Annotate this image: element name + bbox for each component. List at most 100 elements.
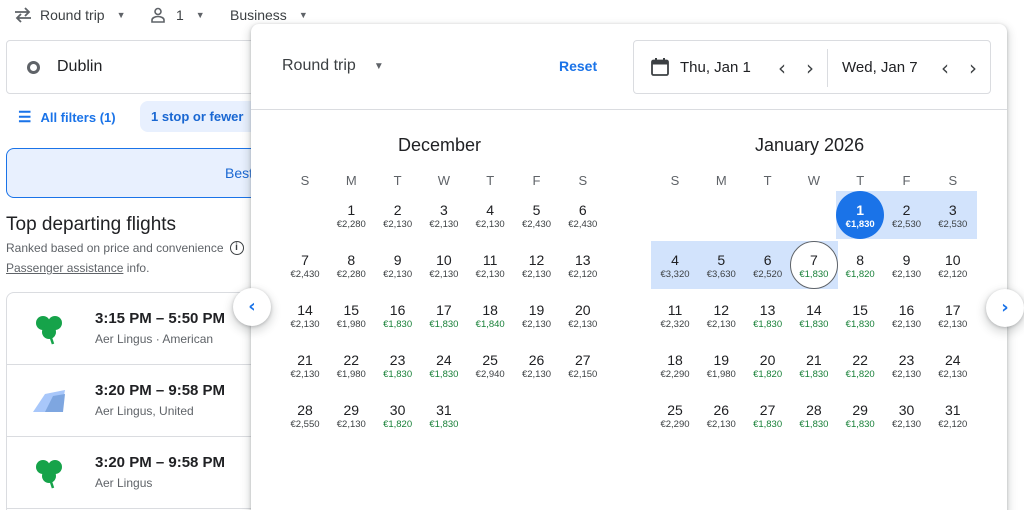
calendar-day[interactable]: 10 €2,130 xyxy=(421,242,467,290)
calendar-day[interactable]: 28 €1,830 xyxy=(791,392,837,440)
calendar-day[interactable]: 13 €2,120 xyxy=(560,242,606,290)
cabin-dropdown[interactable]: Business ▼ xyxy=(230,7,308,23)
calendar-day[interactable]: 30 €1,820 xyxy=(375,392,421,440)
calendar-day[interactable]: 31 €2,120 xyxy=(930,392,976,440)
calendar-day[interactable]: 9 €2,130 xyxy=(884,242,930,290)
calendar-day[interactable]: 23 €1,830 xyxy=(375,342,421,390)
next-month-button[interactable]: › xyxy=(986,289,1024,327)
calendar-day[interactable]: 12 €2,130 xyxy=(514,242,560,290)
calendar-day[interactable]: 19 €1,980 xyxy=(698,342,744,390)
calendar-day[interactable]: 12 €2,130 xyxy=(698,292,744,340)
info-icon[interactable]: i xyxy=(229,241,244,255)
calendar-day[interactable]: 24 €1,830 xyxy=(421,342,467,390)
calendar-day[interactable]: 18 €1,840 xyxy=(467,292,513,340)
day-price: €2,130 xyxy=(521,369,552,380)
calendar-day[interactable]: 26 €2,130 xyxy=(698,392,744,440)
calendar-day[interactable]: 23 €2,130 xyxy=(884,342,930,390)
calendar-day[interactable]: 2 €2,530 xyxy=(884,192,930,240)
day-price: €3,320 xyxy=(660,269,690,280)
month-title: December xyxy=(398,135,482,155)
calendar-day[interactable]: 11 €2,320 xyxy=(652,292,698,340)
calendar-day[interactable]: 14 €2,130 xyxy=(282,292,328,340)
calendar-day[interactable]: 7 €1,830 xyxy=(791,242,837,290)
calendar-day[interactable]: 29 €2,130 xyxy=(328,392,374,440)
calendar-day[interactable]: 25 €2,290 xyxy=(652,392,698,440)
calendar-day[interactable]: 19 €2,130 xyxy=(514,292,560,340)
calendar-day[interactable]: 17 €2,130 xyxy=(930,292,976,340)
depart-date[interactable]: Thu, Jan 1 xyxy=(680,59,751,76)
day-number: 1 xyxy=(347,202,356,218)
weekday-label: S xyxy=(948,173,958,188)
calendar-day[interactable]: 15 €1,980 xyxy=(328,292,374,340)
calendar-day[interactable]: 11 €2,130 xyxy=(467,242,513,290)
day-number: 23 xyxy=(898,352,915,368)
calendar-day[interactable]: 4 €2,130 xyxy=(467,192,513,240)
return-date[interactable]: Wed, Jan 7 xyxy=(842,59,918,76)
calendar-day[interactable]: 3 €2,130 xyxy=(421,192,467,240)
calendar-day[interactable]: 13 €1,830 xyxy=(745,292,791,340)
calendar-day[interactable]: 8 €1,820 xyxy=(837,242,883,290)
calendar-day[interactable]: 21 €1,830 xyxy=(791,342,837,390)
chevron-down-icon: ▼ xyxy=(298,10,308,20)
origin-field[interactable]: Dublin xyxy=(6,40,266,94)
depart-prev-icon[interactable]: ‹ xyxy=(778,56,786,80)
calendar-day[interactable]: 24 €2,130 xyxy=(930,342,976,390)
calendar-day[interactable]: 22 €1,980 xyxy=(328,342,374,390)
day-number: 24 xyxy=(945,352,961,368)
calendar-day[interactable]: 5 €2,430 xyxy=(514,192,560,240)
calendar-day[interactable]: 2 €2,130 xyxy=(375,192,421,240)
calendar-day[interactable]: 6 €2,520 xyxy=(745,242,791,290)
calendar-day[interactable]: 15 €1,830 xyxy=(837,292,883,340)
all-filters-button[interactable]: ☰ All filters (1) xyxy=(6,103,128,131)
calendar-day[interactable]: 14 €1,830 xyxy=(791,292,837,340)
calendar-day[interactable]: 10 €2,120 xyxy=(930,242,976,290)
calendar-day[interactable]: 5 €3,630 xyxy=(698,242,744,290)
calendar-day[interactable]: 30 €2,130 xyxy=(884,392,930,440)
prev-month-button[interactable]: ‹ xyxy=(233,288,271,326)
calendar-day[interactable]: 17 €1,830 xyxy=(421,292,467,340)
section-title: Top departing flights xyxy=(6,214,177,235)
calendar-day[interactable]: 1 €1,830 xyxy=(837,192,883,240)
popup-trip-type-dropdown[interactable]: Round trip ▼ xyxy=(282,57,384,75)
calendar-day[interactable]: 29 €1,830 xyxy=(837,392,883,440)
flight-row[interactable]: 3:20 PM – 9:58 PM Aer Lingus xyxy=(7,437,265,509)
trip-type-dropdown[interactable]: Round trip ▼ xyxy=(14,7,126,23)
day-price: €2,530 xyxy=(938,219,968,230)
day-price: €1,830 xyxy=(799,419,829,430)
return-next-icon[interactable]: › xyxy=(969,56,977,80)
passengers-dropdown[interactable]: 1 ▼ xyxy=(150,7,205,23)
flight-row[interactable]: 3:20 PM – 9:58 PM Aer Lingus, United xyxy=(7,365,265,437)
calendar-day[interactable]: 26 €2,130 xyxy=(514,342,560,390)
calendar-day[interactable]: 28 €2,550 xyxy=(282,392,328,440)
calendar-day[interactable]: 8 €2,280 xyxy=(328,242,374,290)
calendar-day[interactable]: 16 €2,130 xyxy=(884,292,930,340)
calendar-day[interactable]: 20 €2,130 xyxy=(560,292,606,340)
calendar-day[interactable]: 27 €2,150 xyxy=(560,342,606,390)
day-number: 30 xyxy=(898,402,915,418)
return-prev-icon[interactable]: ‹ xyxy=(941,56,949,80)
calendar-day[interactable]: 20 €1,820 xyxy=(745,342,791,390)
calendar-day[interactable]: 31 €1,830 xyxy=(421,392,467,440)
calendar-day[interactable]: 18 €2,290 xyxy=(652,342,698,390)
flight-airline: Aer Lingus, United xyxy=(95,404,194,418)
calendar-day[interactable]: 16 €1,830 xyxy=(375,292,421,340)
calendar-day[interactable]: 25 €2,940 xyxy=(467,342,513,390)
passenger-assistance-link[interactable]: Passenger assistance xyxy=(6,261,123,275)
depart-next-icon[interactable]: › xyxy=(806,56,814,80)
calendar-day[interactable]: 27 €1,830 xyxy=(745,392,791,440)
calendar-day[interactable]: 22 €1,820 xyxy=(837,342,883,390)
calendar-day[interactable]: 7 €2,430 xyxy=(282,242,328,290)
flight-time: 3:15 PM – 5:50 PM xyxy=(95,310,226,327)
day-number: 27 xyxy=(759,402,776,418)
calendar-day[interactable]: 1 €2,280 xyxy=(328,192,374,240)
calendar-day[interactable]: 6 €2,430 xyxy=(560,192,606,240)
calendar-day[interactable]: 21 €2,130 xyxy=(282,342,328,390)
reset-button[interactable]: Reset xyxy=(559,58,597,74)
stops-filter-chip[interactable]: 1 stop or fewer xyxy=(140,101,260,132)
calendar-day[interactable]: 9 €2,130 xyxy=(375,242,421,290)
calendar-day[interactable]: 4 €3,320 xyxy=(652,242,698,290)
calendar-day[interactable]: 3 €2,530 xyxy=(930,192,976,240)
day-price: €2,430 xyxy=(290,269,320,280)
day-price: €2,430 xyxy=(568,219,598,230)
flight-row[interactable]: 3:15 PM – 5:50 PM Aer Lingus · American xyxy=(7,293,265,365)
